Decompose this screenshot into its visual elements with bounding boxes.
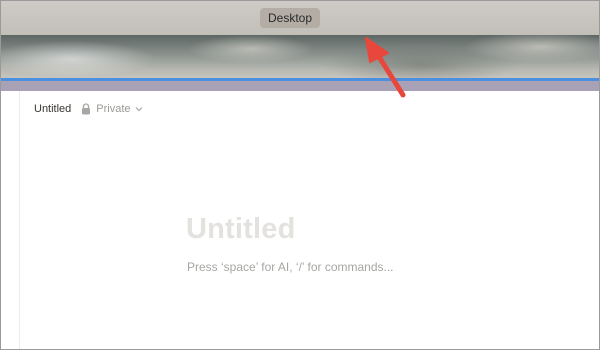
editor-window: Untitled Private Untitled Press ‘space’ … (1, 91, 599, 349)
breadcrumb-page-title[interactable]: Untitled (34, 103, 71, 115)
lock-icon (82, 103, 91, 115)
page-title-input[interactable]: Untitled (186, 213, 296, 246)
desktop-label[interactable]: Desktop (260, 8, 320, 28)
chevron-down-icon (135, 107, 142, 112)
breadcrumb: Untitled Private (34, 101, 143, 117)
privacy-dropdown[interactable]: Private (81, 103, 142, 115)
window-separator (1, 81, 599, 91)
sidebar-divider (19, 91, 20, 349)
screenshot-frame: Desktop Untitled Private Untitled Press … (0, 0, 600, 350)
desktop-wallpaper (1, 35, 599, 79)
privacy-label: Private (96, 103, 131, 115)
editor-body-placeholder[interactable]: Press ‘space’ for AI, ‘/’ for commands..… (187, 260, 394, 274)
desktop-title-bar: Desktop (1, 1, 599, 35)
